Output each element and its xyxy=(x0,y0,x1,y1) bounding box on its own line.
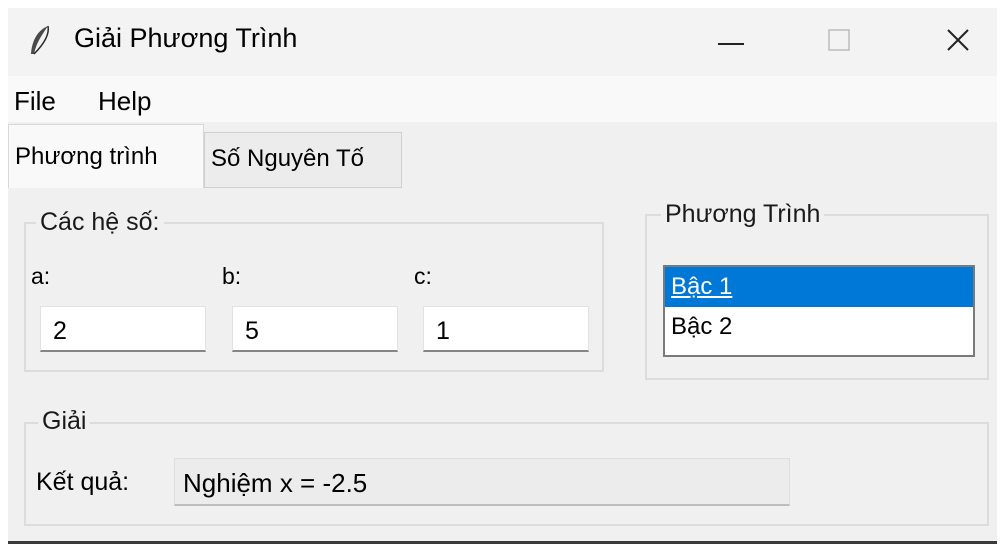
menu-help[interactable]: Help xyxy=(98,86,151,117)
list-item-bac-2[interactable]: Bậc 2 xyxy=(665,307,973,347)
close-button[interactable] xyxy=(928,8,988,76)
result-field: Nghiệm x = -2.5 xyxy=(174,458,790,506)
list-item-bac-1[interactable]: Bậc 1 xyxy=(665,267,973,307)
close-icon xyxy=(946,28,970,57)
minimize-icon xyxy=(718,33,744,51)
minimize-button[interactable] xyxy=(701,8,761,76)
tab-bar: Phương trình Số Nguyên Tố xyxy=(8,124,997,188)
input-b[interactable]: 5 xyxy=(232,306,398,352)
menu-file[interactable]: File xyxy=(14,86,56,117)
input-c[interactable]: 1 xyxy=(423,306,589,352)
maximize-button[interactable] xyxy=(809,8,869,76)
coefficients-group-title: Các hệ số: xyxy=(36,208,164,237)
label-c: c: xyxy=(414,263,432,289)
title-bar[interactable]: Giải Phương Trình xyxy=(8,8,997,76)
equation-type-listbox[interactable]: Bậc 1 Bậc 2 xyxy=(663,265,975,357)
equation-group-title: Phương Trình xyxy=(661,200,825,229)
label-a: a: xyxy=(31,263,51,289)
window-title: Giải Phương Trình xyxy=(74,23,298,53)
maximize-icon xyxy=(828,28,850,56)
tab-so-nguyen-to[interactable]: Số Nguyên Tố xyxy=(204,132,402,188)
solve-group-title: Giải xyxy=(38,407,91,436)
feather-icon xyxy=(26,24,54,58)
result-label: Kết quả: xyxy=(36,468,130,496)
input-a[interactable]: 2 xyxy=(40,306,206,352)
tab-phuong-trinh[interactable]: Phương trình xyxy=(8,124,204,188)
menu-bar: File Help xyxy=(8,76,997,122)
label-b: b: xyxy=(222,263,242,289)
app-window: Giải Phương Trình File Help Phương trình… xyxy=(8,8,997,544)
